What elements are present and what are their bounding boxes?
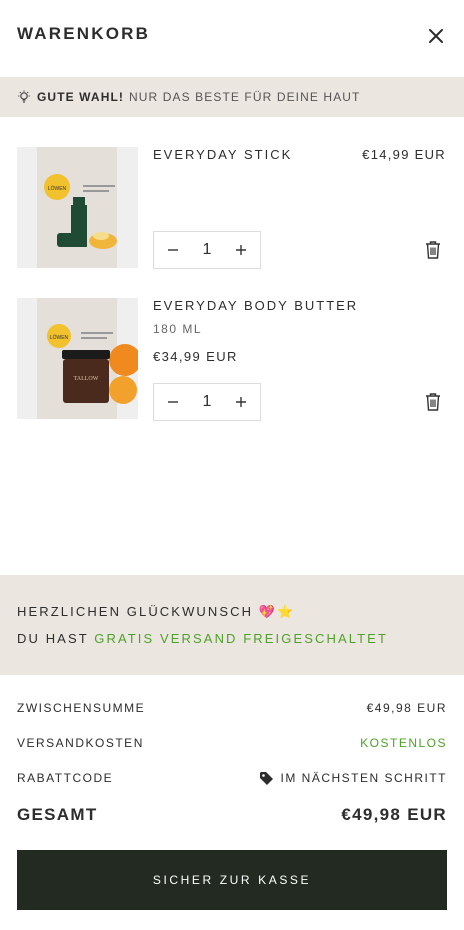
trash-icon[interactable] <box>424 392 442 412</box>
congrats-prefix: DU HAST <box>17 631 89 646</box>
item-price: €14,99 EUR <box>362 147 446 162</box>
quantity-value[interactable]: 1 <box>203 241 212 259</box>
item-variant: 180 ML <box>153 322 203 336</box>
shipping-value: KOSTENLOS <box>360 736 447 750</box>
subtotal-value: €49,98 EUR <box>366 701 447 715</box>
lightbulb-icon <box>18 90 30 103</box>
increase-quantity-button[interactable] <box>232 241 250 259</box>
quantity-stepper: 1 <box>153 231 261 269</box>
discount-note: IM NÄCHSTEN SCHRITT <box>259 771 448 786</box>
free-shipping-text: GRATIS VERSAND FREIGESCHALTET <box>94 631 388 646</box>
subtotal-row: ZWISCHENSUMME €49,98 EUR <box>17 700 447 716</box>
minus-icon <box>168 249 178 251</box>
tag-icon <box>259 771 273 785</box>
cart-header: WARENKORB <box>0 0 464 76</box>
decrease-quantity-button[interactable] <box>164 241 182 259</box>
subtotal-label: ZWISCHENSUMME <box>17 701 146 715</box>
cart-title: WARENKORB <box>17 24 151 43</box>
checkout-button[interactable]: SICHER ZUR KASSE <box>17 850 447 910</box>
total-label: GESAMT <box>17 805 98 824</box>
total-row: GESAMT €49,98 EUR <box>17 804 447 826</box>
body-butter-product-illustration: LÖWEN TALLOW <box>17 298 138 419</box>
plus-icon <box>236 245 246 255</box>
product-image-body-butter[interactable]: LÖWEN TALLOW <box>17 298 138 419</box>
congrats-subline: DU HAST GRATIS VERSAND FREIGESCHALTET <box>17 631 388 646</box>
quantity-stepper: 1 <box>153 383 261 421</box>
promo-text: NUR DAS BESTE FÜR DEINE HAUT <box>129 90 361 104</box>
discount-value: IM NÄCHSTEN SCHRITT <box>280 771 447 785</box>
total-value: €49,98 EUR <box>341 805 447 824</box>
trash-icon[interactable] <box>424 240 442 260</box>
promo-banner: GUTE WAHL! NUR DAS BESTE FÜR DEINE HAUT <box>0 77 464 117</box>
plus-icon <box>236 397 246 407</box>
heart-star-emoji: 💖⭐ <box>258 604 296 619</box>
close-icon[interactable] <box>424 24 448 48</box>
free-shipping-banner: HERZLICHEN GLÜCKWUNSCH 💖⭐ DU HAST GRATIS… <box>0 575 464 675</box>
item-price: €34,99 EUR <box>153 349 238 364</box>
minus-icon <box>168 401 178 403</box>
svg-text:LÖWEN: LÖWEN <box>50 334 69 341</box>
discount-row: RABATTCODE IM NÄCHSTEN SCHRITT <box>17 770 447 786</box>
discount-label: RABATTCODE <box>17 771 114 785</box>
quantity-value[interactable]: 1 <box>203 393 212 411</box>
congrats-heading: HERZLICHEN GLÜCKWUNSCH 💖⭐ <box>17 604 295 620</box>
shipping-label: VERSANDKOSTEN <box>17 736 144 750</box>
svg-text:TALLOW: TALLOW <box>74 376 99 382</box>
promo-bold-text: GUTE WAHL! <box>37 90 124 104</box>
congrats-line1: HERZLICHEN GLÜCKWUNSCH <box>17 604 254 619</box>
shipping-row: VERSANDKOSTEN KOSTENLOS <box>17 735 447 751</box>
decrease-quantity-button[interactable] <box>164 393 182 411</box>
stick-product-illustration: LÖWEN <box>17 147 138 268</box>
item-name[interactable]: EVERYDAY STICK <box>153 147 292 162</box>
increase-quantity-button[interactable] <box>232 393 250 411</box>
item-name[interactable]: EVERYDAY BODY BUTTER <box>153 298 358 313</box>
product-image-stick[interactable]: LÖWEN <box>17 147 138 268</box>
svg-text:LÖWEN: LÖWEN <box>48 185 67 192</box>
